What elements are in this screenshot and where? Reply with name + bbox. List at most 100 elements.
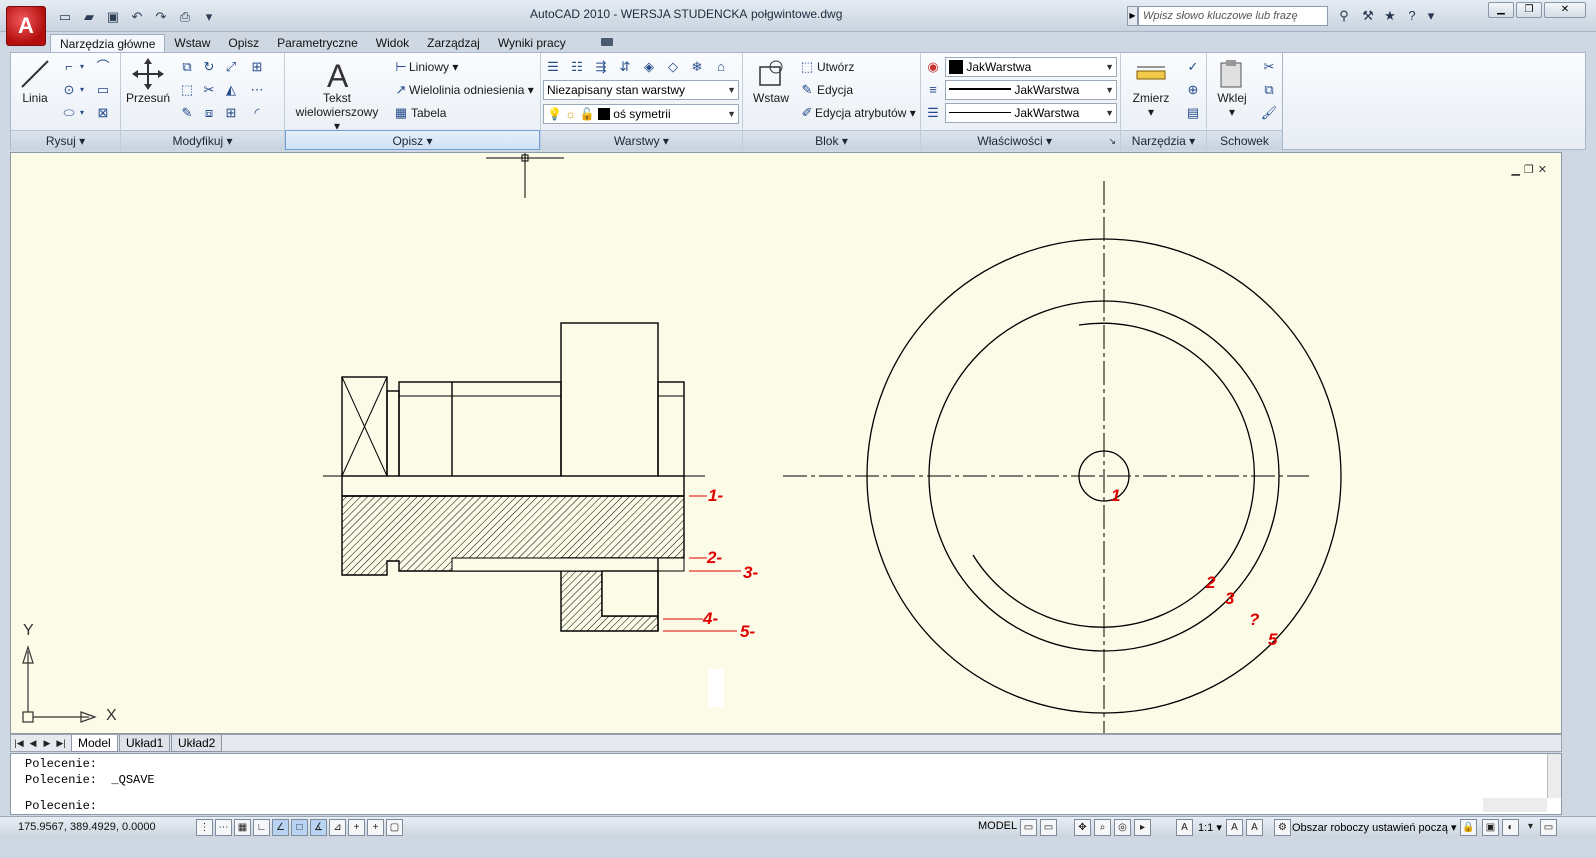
- first-tab-icon[interactable]: |◀: [13, 736, 25, 750]
- status-menu-icon[interactable]: ▾: [1522, 819, 1539, 836]
- pan-icon[interactable]: ✥: [1074, 819, 1091, 836]
- color-wheel-icon[interactable]: ◉: [923, 57, 943, 77]
- zoom-icon[interactable]: ⌕: [1094, 819, 1111, 836]
- maximize-button[interactable]: ❐: [1516, 2, 1542, 18]
- tab-view[interactable]: Widok: [367, 34, 418, 52]
- grid-icon[interactable]: ▦: [234, 819, 251, 836]
- command-window[interactable]: Polecenie: Polecenie: _QSAVE Polecenie:: [10, 753, 1562, 815]
- linear-dim-button[interactable]: Liniowy ▾: [409, 57, 458, 77]
- close-button[interactable]: ✕: [1544, 2, 1586, 18]
- application-menu-button[interactable]: A: [6, 6, 46, 46]
- arc-icon[interactable]: ⌒: [93, 57, 113, 77]
- ortho-icon[interactable]: ∟: [253, 819, 270, 836]
- tab-parametric[interactable]: Parametryczne: [268, 34, 367, 52]
- isolate-objects-icon[interactable]: ◐: [1502, 819, 1519, 836]
- help-icon[interactable]: ?: [1402, 7, 1422, 25]
- undo-icon[interactable]: ↶: [126, 8, 148, 26]
- trim-icon[interactable]: ✂: [199, 80, 219, 100]
- layer-unisolate-icon[interactable]: ◇: [663, 57, 683, 77]
- mtext-button[interactable]: A Tekst wielowierszowy ▾: [291, 57, 383, 133]
- edit-attributes-icon[interactable]: ✐: [797, 103, 817, 123]
- minimize-button[interactable]: ▁: [1488, 2, 1514, 18]
- edit-block-button[interactable]: Edycja: [817, 80, 853, 100]
- cut-icon[interactable]: ✂: [1259, 57, 1279, 77]
- lineweight-toggle-icon[interactable]: +: [367, 819, 384, 836]
- line-button[interactable]: Linia: [15, 57, 55, 105]
- steering-wheel-icon[interactable]: ◎: [1114, 819, 1131, 836]
- lineweight-dropdown[interactable]: JakWarstwa ▼: [945, 80, 1117, 100]
- multileader-icon[interactable]: ↗: [391, 80, 411, 100]
- command-prompt[interactable]: Polecenie:: [25, 799, 97, 813]
- snap-mode-icon[interactable]: ⋯: [215, 819, 232, 836]
- tab-home[interactable]: Narzędzia główne: [50, 34, 166, 52]
- copy-icon[interactable]: ⧉: [177, 57, 197, 77]
- move-button[interactable]: Przesuń: [125, 57, 171, 105]
- tab-layout2[interactable]: Układ2: [171, 735, 223, 752]
- model-button[interactable]: MODEL: [978, 820, 1017, 832]
- calculator-icon[interactable]: ▤: [1183, 103, 1203, 123]
- table-button[interactable]: Tabela: [411, 103, 446, 123]
- redo-icon[interactable]: ↷: [150, 8, 172, 26]
- annotation-scale-value[interactable]: 1:1 ▾: [1198, 821, 1222, 834]
- favorites-icon[interactable]: ★: [1380, 7, 1400, 25]
- dynamic-ucs-icon[interactable]: ⊿: [329, 819, 346, 836]
- fillet-icon[interactable]: ◜: [247, 103, 267, 123]
- plot-icon[interactable]: ⎙: [174, 8, 196, 26]
- lineweight-icon[interactable]: ≡: [923, 80, 943, 100]
- rotate-icon[interactable]: ↻: [199, 57, 219, 77]
- panel-modify-title[interactable]: Modyfikuj ▾: [121, 130, 284, 150]
- clean-screen-icon[interactable]: ▭: [1540, 819, 1557, 836]
- id-point-icon[interactable]: ⊕: [1183, 80, 1203, 100]
- panel-draw-title[interactable]: Rysuj ▾: [11, 130, 120, 150]
- workspace-selector[interactable]: Obszar roboczy ustawień począ ▾: [1292, 821, 1457, 834]
- help-dropdown-icon[interactable]: ▾: [1424, 7, 1438, 25]
- copy-clip-icon[interactable]: ⧉: [1259, 80, 1279, 100]
- drawing-canvas[interactable]: ▁ ❐ ✕ 1- 2- 3- 4- 5- 1 2 3 ? 5 Y X: [10, 152, 1562, 734]
- polyline-icon[interactable]: ⌐: [59, 57, 79, 77]
- linetype-dropdown[interactable]: JakWarstwa ▼: [945, 103, 1117, 123]
- circle-dropdown-icon[interactable]: ▾: [77, 80, 87, 100]
- tab-insert[interactable]: Wstaw: [165, 34, 219, 52]
- layer-freeze-icon[interactable]: ❄: [687, 57, 707, 77]
- dynamic-input-icon[interactable]: +: [348, 819, 365, 836]
- new-file-icon[interactable]: ▭: [54, 8, 76, 26]
- layer-state-icon[interactable]: ☷: [567, 57, 587, 77]
- quick-properties-icon[interactable]: ▢: [386, 819, 403, 836]
- showmotion-icon[interactable]: ▸: [1134, 819, 1151, 836]
- auto-scale-icon[interactable]: A: [1246, 819, 1263, 836]
- panel-annotation-title[interactable]: Opisz ▾: [285, 130, 540, 150]
- search-expand-icon[interactable]: ▶: [1127, 6, 1138, 26]
- offset-icon[interactable]: ⧈: [199, 103, 219, 123]
- panel-utilities-title[interactable]: Narzędzia ▾: [1121, 130, 1206, 150]
- erase-icon[interactable]: ✎: [177, 103, 197, 123]
- explode-icon[interactable]: ⊞: [221, 103, 241, 123]
- linetype-icon[interactable]: ☰: [923, 103, 943, 123]
- toolbar-lock-icon[interactable]: 🔒: [1460, 819, 1477, 836]
- annotation-scale-icon[interactable]: A: [1176, 819, 1193, 836]
- prev-tab-icon[interactable]: ◀: [27, 736, 39, 750]
- hatch-icon[interactable]: ⊠: [93, 103, 113, 123]
- color-dropdown[interactable]: JakWarstwa ▼: [945, 57, 1117, 77]
- coordinate-readout[interactable]: 175.9567, 389.4929, 0.0000: [18, 821, 156, 833]
- quick-view-layouts-icon[interactable]: ▭: [1020, 819, 1037, 836]
- create-block-icon[interactable]: ⬚: [797, 57, 817, 77]
- paste-button[interactable]: Wklej ▾: [1209, 57, 1255, 119]
- polyline-dropdown-icon[interactable]: ▾: [77, 57, 87, 77]
- qat-dropdown-icon[interactable]: ▾: [198, 8, 220, 26]
- panel-properties-title[interactable]: Właściwości ▾ ↘: [921, 130, 1120, 150]
- layer-properties-icon[interactable]: ☰: [543, 57, 563, 77]
- panel-block-title[interactable]: Blok ▾: [743, 130, 920, 150]
- annotation-visibility-icon[interactable]: A: [1226, 819, 1243, 836]
- stretch-icon[interactable]: ⬚: [177, 80, 197, 100]
- subscription-center-icon[interactable]: ⚒: [1358, 7, 1378, 25]
- tab-output[interactable]: Wyniki pracy: [489, 34, 575, 52]
- linear-dim-icon[interactable]: ⊢: [391, 57, 411, 77]
- break-icon[interactable]: ⋯: [247, 80, 267, 100]
- command-hscrollbar[interactable]: [1483, 798, 1547, 812]
- insert-block-button[interactable]: Wstaw: [747, 57, 795, 105]
- layer-match-icon[interactable]: ⇶: [591, 57, 611, 77]
- infer-constraints-icon[interactable]: ⋮: [196, 819, 213, 836]
- ribbon-minimize-icon[interactable]: [601, 38, 613, 46]
- search-input[interactable]: Wpisz słowo kluczowe lub frazę: [1138, 6, 1328, 26]
- binoculars-icon[interactable]: ⚲: [1334, 7, 1354, 25]
